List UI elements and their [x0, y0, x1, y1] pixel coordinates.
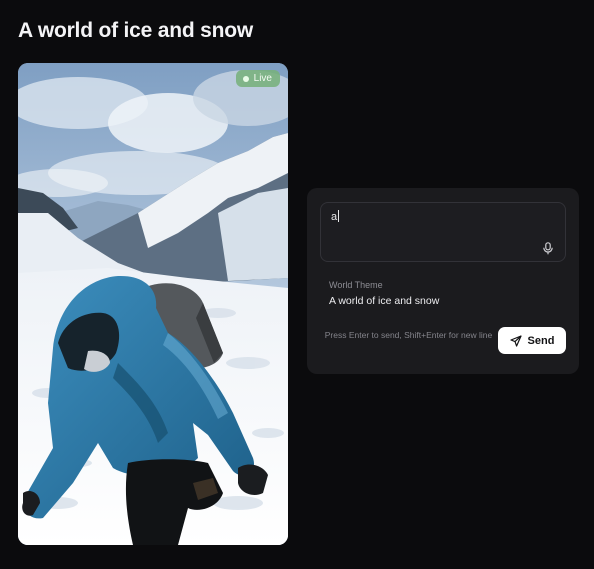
keyboard-hint: Press Enter to send, Shift+Enter for new…: [324, 330, 493, 340]
text-caret: [338, 210, 340, 222]
prompt-card: a World Theme A world of ice and snow Pr…: [307, 188, 579, 374]
live-indicator-dot: [242, 75, 249, 82]
microphone-button[interactable]: [540, 240, 556, 256]
send-button[interactable]: Send: [498, 327, 566, 354]
prompt-input[interactable]: a: [320, 202, 566, 262]
microphone-icon: [543, 241, 553, 254]
video-frame-image: [18, 63, 288, 545]
prompt-input-value: a: [331, 211, 338, 223]
world-theme-label: World Theme: [329, 280, 383, 290]
page-title: A world of ice and snow: [18, 19, 253, 42]
world-theme-value: A world of ice and snow: [329, 295, 440, 307]
live-badge: Live: [235, 70, 280, 87]
live-label: Live: [253, 73, 272, 84]
paper-plane-icon: [509, 334, 522, 347]
send-button-label: Send: [527, 334, 555, 347]
live-video-stream[interactable]: Live: [18, 63, 288, 545]
